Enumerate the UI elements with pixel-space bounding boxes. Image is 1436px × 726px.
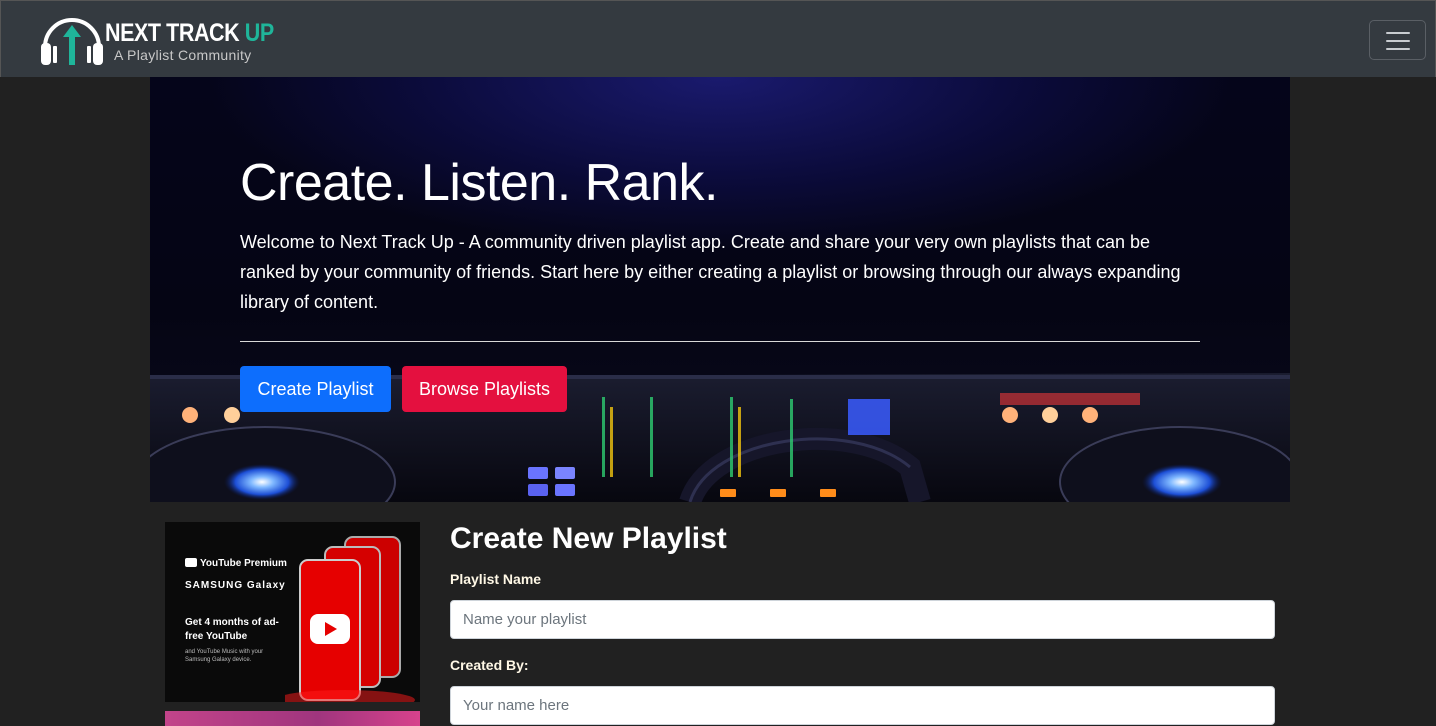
navbar-toggler-button[interactable] [1369, 20, 1426, 60]
brand-subtitle: A Playlist Community [114, 47, 252, 63]
brand-title-accent: UP [244, 19, 274, 47]
advertisement-banner-secondary[interactable] [165, 711, 420, 726]
phones-image [285, 536, 415, 702]
brand-link[interactable]: NEXT TRACK UP A Playlist Community [39, 13, 274, 67]
ad-brand: YouTube Premium [185, 558, 287, 569]
hero-title: Create. Listen. Rank. [240, 154, 718, 212]
created-by-label: Created By: [450, 657, 529, 673]
create-playlist-form-title: Create New Playlist [450, 522, 727, 555]
create-playlist-button[interactable]: Create Playlist [240, 366, 391, 412]
advertisement-banner[interactable]: YouTube Premium SAMSUNG Galaxy Get 4 mon… [165, 522, 420, 702]
ad-fine-print: and YouTube Music with your Samsung Gala… [185, 649, 264, 663]
created-by-input[interactable] [450, 686, 1275, 725]
brand-title: NEXT TRACK UP [105, 19, 274, 47]
hamburger-icon [1386, 32, 1410, 34]
playlist-name-input[interactable] [450, 600, 1275, 639]
ad-headline: Get 4 months of ad-free YouTube [185, 617, 279, 642]
ad-partner: SAMSUNG Galaxy [185, 580, 286, 591]
playlist-name-label: Playlist Name [450, 571, 542, 587]
hamburger-icon [1386, 40, 1410, 42]
headphones-logo-icon [41, 18, 103, 65]
hero-lead-text: Welcome to Next Track Up - A community d… [240, 232, 1181, 312]
navbar: NEXT TRACK UP A Playlist Community [0, 0, 1436, 77]
browse-playlists-button[interactable]: Browse Playlists [402, 366, 567, 412]
brand-title-main: NEXT TRACK [105, 19, 245, 47]
youtube-icon [185, 558, 197, 567]
hero-jumbotron: Create. Listen. Rank. Welcome to Next Tr… [150, 77, 1290, 502]
hero-divider [240, 341, 1200, 342]
ad-brand-text: YouTube Premium [200, 558, 287, 569]
hamburger-icon [1386, 48, 1410, 50]
